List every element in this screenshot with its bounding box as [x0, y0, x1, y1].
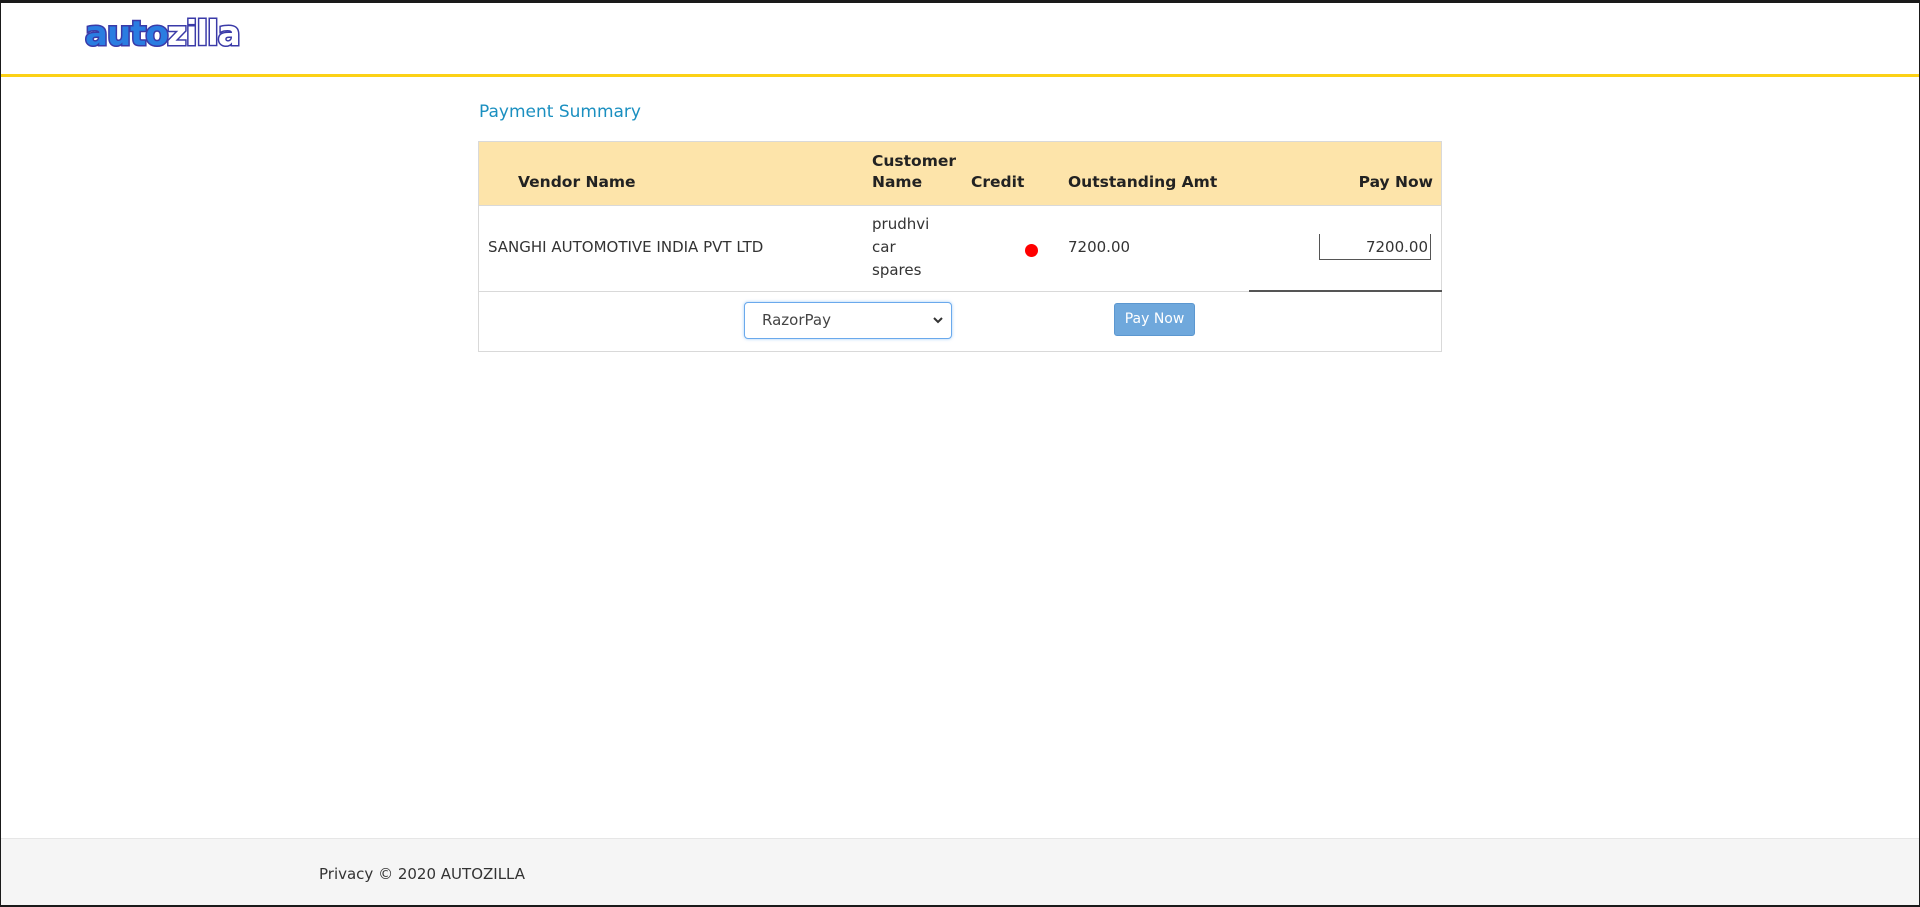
payment-actions-row: RazorPay Pay Now [479, 292, 1441, 352]
payment-method-selected-value: RazorPay [762, 311, 831, 329]
pay-now-amount-input[interactable] [1319, 234, 1431, 260]
customer-name-line1: prudhvi [872, 215, 930, 233]
outstanding-amount-cell: 7200.00 [1068, 238, 1131, 256]
site-footer: Privacy © 2020 AUTOZILLA [1, 838, 1919, 905]
customer-name-line2: car [872, 238, 896, 256]
column-header-pay-now: Pay Now [1358, 173, 1433, 191]
payment-method-select[interactable]: RazorPay [744, 302, 952, 339]
svg-text:zilla: zilla [167, 14, 240, 53]
site-header: auto zilla [1, 3, 1919, 77]
column-header-vendor: Vendor Name [518, 173, 636, 191]
column-header-customer-line1: Customer [872, 152, 957, 170]
pay-now-button[interactable]: Pay Now [1114, 303, 1195, 336]
table-header: Vendor Name Customer Name Credit Outstan… [479, 142, 1441, 206]
svg-text:auto: auto [85, 14, 168, 53]
page-title: Payment Summary [479, 102, 641, 122]
app-window: auto zilla Payment Summary Vendor Name C… [1, 3, 1919, 905]
customer-name-line3: spares [872, 261, 922, 279]
table-row: SANGHI AUTOMOTIVE INDIA PVT LTD prudhvi … [479, 206, 1442, 292]
column-header-credit: Credit [971, 173, 1025, 191]
column-header-customer-line2: Name [872, 173, 923, 191]
footer-copyright[interactable]: Privacy © 2020 AUTOZILLA [319, 865, 525, 883]
payment-summary-table: Vendor Name Customer Name Credit Outstan… [478, 141, 1442, 352]
chevron-down-icon [933, 317, 943, 324]
vendor-name-cell: SANGHI AUTOMOTIVE INDIA PVT LTD [488, 238, 764, 256]
autozilla-logo[interactable]: auto zilla [83, 13, 245, 53]
column-header-outstanding: Outstanding Amt [1068, 173, 1218, 191]
credit-status-indicator [1025, 244, 1038, 257]
